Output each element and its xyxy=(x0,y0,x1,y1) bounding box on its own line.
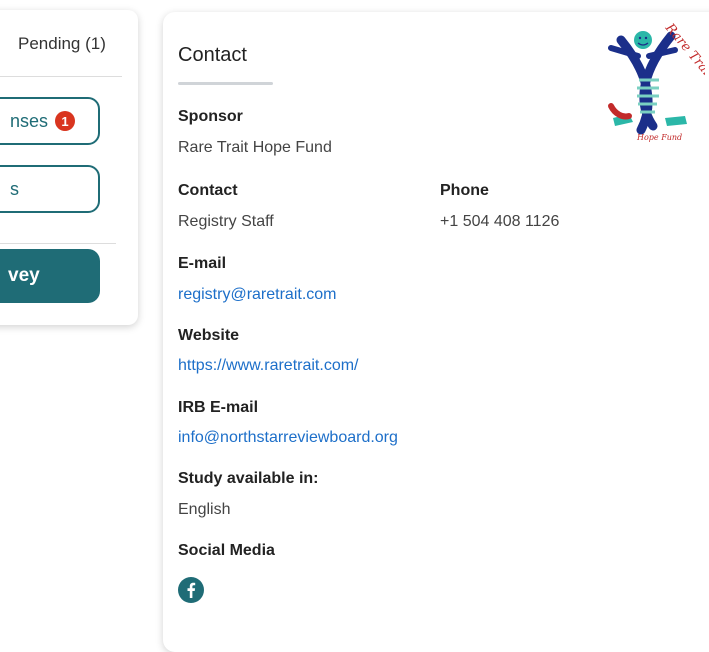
survey-button[interactable]: vey xyxy=(0,249,100,303)
logo-bottom-text: Hope Fund xyxy=(636,133,682,142)
language-value: English xyxy=(178,501,231,518)
language-label: Study available in: xyxy=(178,470,319,487)
facebook-icon[interactable] xyxy=(178,577,204,603)
website-label: Website xyxy=(178,327,240,344)
phone-label: Phone xyxy=(440,182,489,199)
phone-value: +1 504 408 1126 xyxy=(440,213,560,230)
responses-count-badge: 1 xyxy=(55,111,76,131)
irb-email-link[interactable]: info@northstarreviewboard.org xyxy=(178,429,398,447)
social-media-label: Social Media xyxy=(178,542,275,559)
study-actions-card: Pending (1) nses 1 s vey xyxy=(0,10,138,325)
email-link[interactable]: registry@raretrait.com xyxy=(178,286,337,304)
results-button-label: s xyxy=(10,178,19,199)
sponsor-label: Sponsor xyxy=(178,108,243,125)
divider xyxy=(0,243,116,244)
rare-trait-logo: Rare Trait Hope Fund xyxy=(608,20,705,142)
responses-button-label: nses xyxy=(10,110,49,131)
survey-button-label: vey xyxy=(8,265,40,286)
email-label: E-mail xyxy=(178,255,227,272)
contact-value: Registry Staff xyxy=(178,213,274,230)
irb-email-label: IRB E-mail xyxy=(178,399,259,416)
title-underline xyxy=(178,82,273,85)
results-button[interactable]: s xyxy=(0,165,100,213)
contact-card: Contact Rare Trait Hope Fund Sponsor Rar… xyxy=(163,12,709,652)
responses-button[interactable]: nses 1 xyxy=(0,97,100,145)
contact-card-title: Contact xyxy=(178,44,247,66)
contact-label: Contact xyxy=(178,182,238,199)
website-link[interactable]: https://www.raretrait.com/ xyxy=(178,357,359,375)
pending-tab[interactable]: Pending (1) xyxy=(18,34,106,54)
sponsor-value: Rare Trait Hope Fund xyxy=(178,139,332,156)
divider xyxy=(0,76,122,77)
